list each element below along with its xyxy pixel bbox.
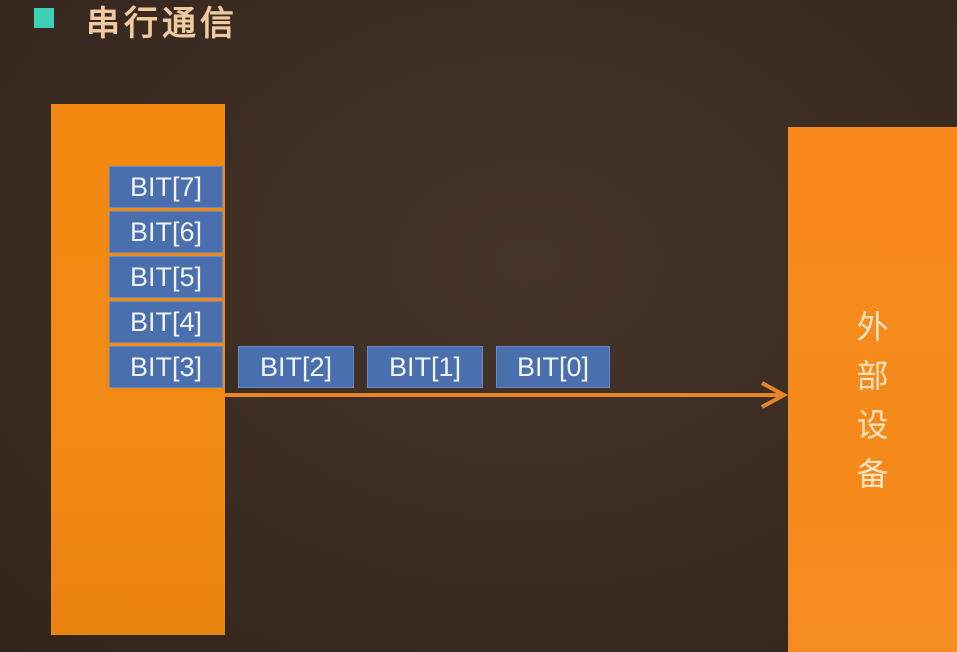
device-label-char: 设 — [856, 406, 889, 444]
slide-title: 串行通信 — [86, 4, 238, 44]
bit-cell-4: BIT[4] — [109, 301, 223, 343]
device-label-char: 部 — [856, 357, 889, 395]
external-device-label: 外 部 设 备 — [788, 303, 957, 499]
transmission-arrow — [224, 381, 789, 409]
bit-cell-3: BIT[3] — [109, 346, 223, 388]
title-bullet — [34, 8, 54, 28]
external-device-block: 外 部 设 备 — [788, 127, 957, 652]
bit-cell-6: BIT[6] — [109, 211, 223, 253]
device-label-char: 外 — [856, 308, 889, 346]
device-label-char: 备 — [856, 455, 889, 493]
bit-cell-7: BIT[7] — [109, 166, 223, 208]
bit-cell-5: BIT[5] — [109, 256, 223, 298]
